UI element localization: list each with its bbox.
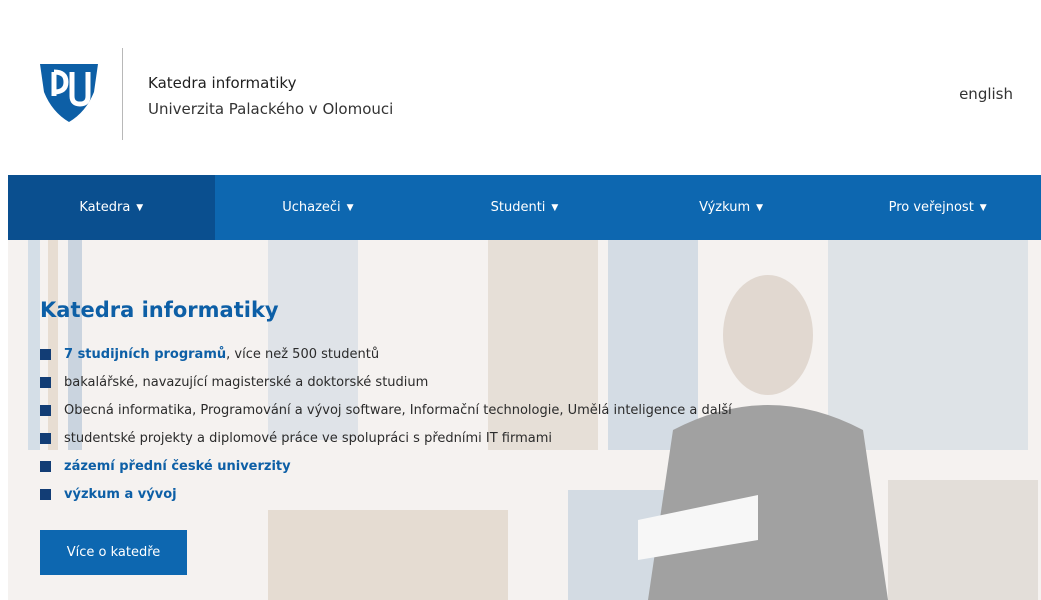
university-name: Univerzita Palackého v Olomouci [148, 100, 394, 118]
study-programs-link[interactable]: 7 studijních programů [64, 347, 226, 362]
hero-title: Katedra informatiky [40, 298, 279, 322]
bullet-square-icon [40, 348, 51, 360]
feature-list: 7 studijních programů , více než 500 stu… [40, 340, 732, 508]
feature-text: Obecná informatika, Programování a vývoj… [64, 402, 732, 418]
caret-down-icon: ▼ [756, 202, 764, 213]
logo-divider [122, 48, 123, 140]
feature-item: zázemí přední české univerzity [40, 452, 732, 480]
caret-down-icon: ▼ [346, 202, 354, 213]
feature-item: studentské projekty a diplomové práce ve… [40, 424, 732, 452]
language-switch-link[interactable]: english [959, 85, 1013, 103]
more-about-department-button[interactable]: Více o katedře [40, 530, 187, 575]
feature-item: výzkum a vývoj [40, 480, 732, 508]
hero-section: Katedra informatiky 7 studijních program… [8, 240, 1041, 600]
feature-item: bakalářské, navazující magisterské a dok… [40, 368, 732, 396]
university-shield-icon[interactable] [36, 58, 102, 124]
feature-item: 7 studijních programů , více než 500 stu… [40, 340, 732, 368]
feature-text: studentské projekty a diplomové práce ve… [64, 430, 553, 446]
caret-down-icon: ▼ [551, 202, 559, 213]
bullet-square-icon [40, 376, 51, 388]
department-name: Katedra informatiky [148, 74, 297, 92]
bullet-square-icon [40, 432, 51, 444]
nav-item-studenti[interactable]: Studenti ▼ [421, 175, 628, 240]
university-link[interactable]: zázemí přední české univerzity [64, 459, 291, 474]
bullet-square-icon [40, 460, 51, 472]
research-link[interactable]: výzkum a vývoj [64, 487, 177, 502]
site-header: Katedra informatiky Univerzita Palackého… [0, 0, 1041, 175]
nav-item-katedra[interactable]: Katedra ▼ [8, 175, 215, 240]
bullet-square-icon [40, 488, 51, 500]
hero-content: Katedra informatiky 7 studijních program… [40, 298, 732, 508]
feature-text: bakalářské, navazující magisterské a dok… [64, 374, 429, 390]
nav-item-pro-verejnost[interactable]: Pro veřejnost ▼ [834, 175, 1041, 240]
feature-item: Obecná informatika, Programování a vývoj… [40, 396, 732, 424]
nav-item-vyzkum[interactable]: Výzkum ▼ [628, 175, 835, 240]
nav-item-uchazeci[interactable]: Uchazeči ▼ [215, 175, 422, 240]
caret-down-icon: ▼ [136, 202, 144, 213]
caret-down-icon: ▼ [979, 202, 987, 213]
feature-text: , více než 500 studentů [226, 346, 380, 362]
bullet-square-icon [40, 404, 51, 416]
main-nav: Katedra ▼ Uchazeči ▼ Studenti ▼ Výzkum ▼ Pro… [8, 175, 1041, 240]
